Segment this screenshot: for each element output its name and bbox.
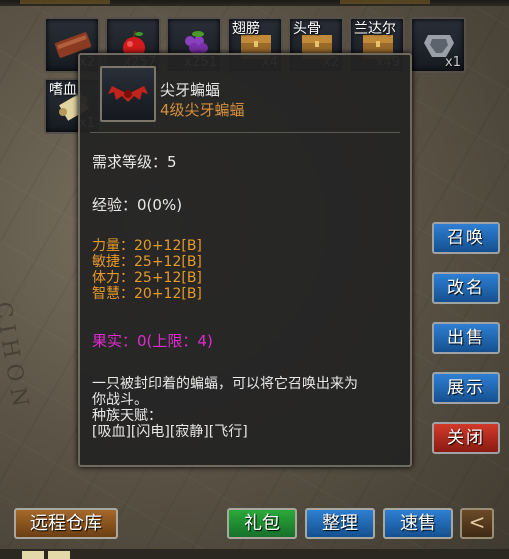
rename-button[interactable]: 改名 (432, 272, 500, 304)
top-status-strip (0, 0, 509, 6)
show-button[interactable]: 展示 (432, 372, 500, 404)
item-name: 翅膀 (232, 21, 260, 37)
sell-button[interactable]: 出售 (432, 322, 500, 354)
pet-icon-frame (100, 66, 156, 122)
summon-button[interactable]: 召唤 (432, 222, 500, 254)
inventory-slot-7[interactable]: x1 (410, 17, 466, 73)
talent-list: [吸血][闪电][寂静][飞行] (92, 424, 248, 440)
item-name: 头骨 (293, 21, 321, 37)
sort-button[interactable]: 整理 (305, 508, 375, 539)
fruit-count: 果实：0(上限：4) (92, 332, 213, 350)
close-button[interactable]: 关闭 (432, 422, 500, 454)
remote-storage-button[interactable]: 远程仓库 (14, 508, 118, 539)
divider (90, 132, 400, 133)
bottom-status-strip (0, 549, 509, 559)
quick-sell-button[interactable]: 速售 (383, 508, 453, 539)
item-name: 兰达尔 (354, 21, 396, 37)
required-level: 需求等级：5 (92, 153, 177, 171)
pet-name: 尖牙蝙蝠 (160, 81, 221, 99)
item-name: 嗜血 (49, 82, 77, 98)
chevron-left-icon: < (468, 510, 486, 534)
experience: 经验：0(0%) (92, 196, 183, 214)
red-bat-icon (108, 86, 148, 102)
item-detail-panel: 尖牙蝙蝠 4级尖牙蝙蝠 需求等级：5 经验：0(0%) 力量：20+12[B] … (78, 53, 412, 467)
item-quantity: x1 (445, 55, 461, 70)
stat-agility: 敏捷：25+12[B] (92, 254, 202, 270)
gift-button[interactable]: 礼包 (227, 508, 297, 539)
pet-level-type: 4级尖牙蝙蝠 (160, 101, 245, 119)
stat-stamina: 体力：25+12[B] (92, 270, 202, 286)
back-button[interactable]: < (460, 508, 494, 539)
stat-strength: 力量：20+12[B] (92, 238, 202, 254)
stat-wisdom: 智慧：20+12[B] (92, 286, 202, 302)
